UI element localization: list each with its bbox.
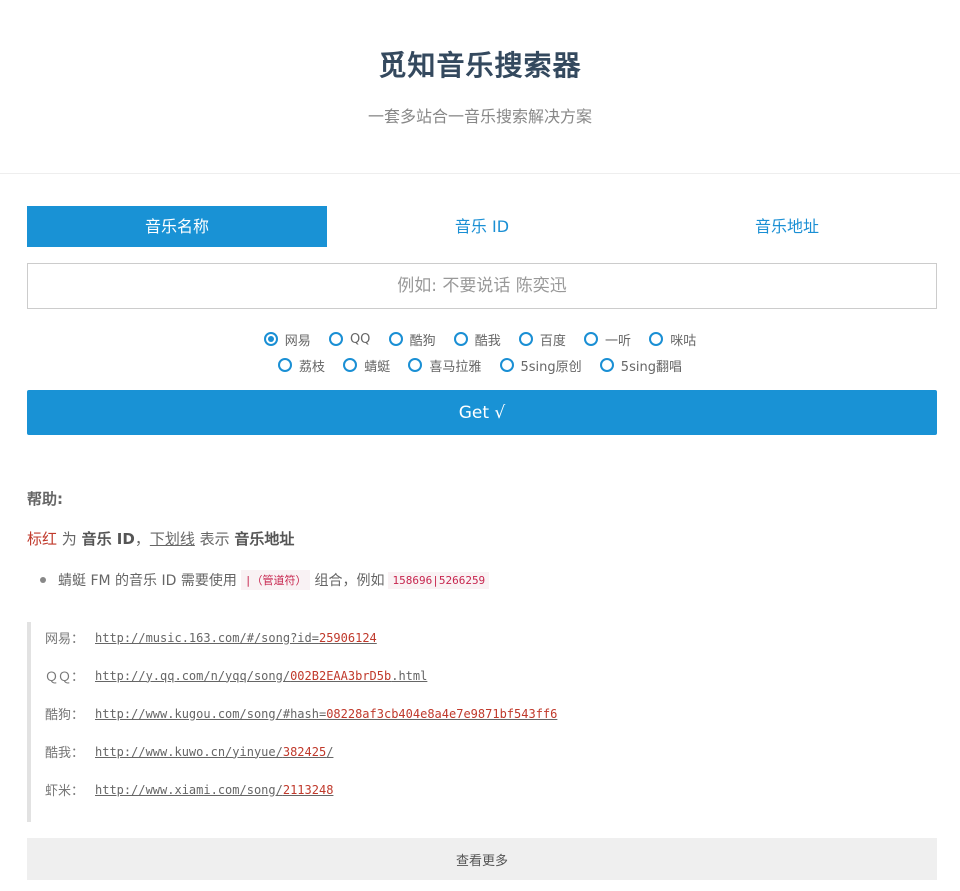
- legend-red-label: 标红: [27, 530, 58, 548]
- get-button[interactable]: Get √: [27, 390, 937, 435]
- example-row: 虾米： http://www.xiami.com/song/2113248: [45, 780, 333, 800]
- example-label: 酷我：: [45, 746, 85, 761]
- source-option-migu[interactable]: 咪咕: [649, 328, 696, 350]
- tab-music-url[interactable]: 音乐地址: [637, 206, 937, 247]
- radio-icon: [599, 358, 614, 372]
- source-option-lizhi[interactable]: 荔枝: [278, 354, 325, 376]
- help-bullet: 蜻蜓 FM 的音乐 ID 需要使用 |（管道符） 组合，例如 158696|52…: [40, 570, 493, 590]
- source-option-1ting[interactable]: 一听: [584, 328, 631, 350]
- example-link[interactable]: http://www.kugou.com/song/#hash=08228af3…: [95, 707, 557, 721]
- radio-icon: [328, 332, 343, 346]
- legend-underline-label: 下划线: [149, 530, 195, 548]
- legend-music-id: 音乐 ID: [81, 530, 135, 548]
- example-link[interactable]: http://music.163.com/#/song?id=25906124: [95, 631, 377, 645]
- tab-music-name[interactable]: 音乐名称: [27, 206, 327, 247]
- source-option-qingting[interactable]: 蜻蜓: [343, 354, 390, 376]
- source-option-kugou[interactable]: 酷狗: [388, 328, 436, 350]
- show-more-button[interactable]: 查看更多: [27, 838, 937, 880]
- help-title: 帮助:: [27, 490, 63, 508]
- search-mode-tabs: 音乐名称 音乐 ID 音乐地址: [27, 206, 937, 247]
- pipe-code: |（管道符）: [240, 570, 311, 590]
- radio-icon: [499, 358, 514, 372]
- example-link[interactable]: http://www.xiami.com/song/2113248: [95, 783, 333, 797]
- source-option-5sing-cover[interactable]: 5sing翻唱: [599, 354, 682, 376]
- source-option-qq[interactable]: QQ: [328, 328, 370, 350]
- page-subtitle: 一套多站合一音乐搜索解决方案: [367, 107, 592, 126]
- radio-icon: [518, 332, 533, 346]
- source-option-netease[interactable]: 网易: [263, 328, 311, 350]
- radio-icon: [584, 332, 599, 346]
- example-row: 酷我： http://www.kuwo.cn/yinyue/382425/: [45, 742, 333, 762]
- source-option-5sing-original[interactable]: 5sing原创: [499, 354, 582, 376]
- example-row: 酷狗： http://www.kugou.com/song/#hash=0822…: [45, 704, 557, 724]
- radio-icon: [278, 358, 293, 372]
- tab-music-id[interactable]: 音乐 ID: [327, 206, 637, 247]
- example-link[interactable]: http://www.kuwo.cn/yinyue/382425/: [95, 745, 333, 759]
- example-label: 酷狗：: [45, 708, 85, 723]
- radio-icon: [408, 358, 423, 372]
- legend-music-url: 音乐地址: [234, 530, 295, 548]
- search-input[interactable]: [27, 263, 937, 309]
- source-option-baidu[interactable]: 百度: [518, 328, 566, 350]
- help-legend: 标红 为 音乐 ID，下划线 表示 音乐地址: [27, 530, 295, 548]
- example-label: 虾米：: [45, 784, 85, 799]
- example-link[interactable]: http://y.qq.com/n/yqq/song/002B2EAA3brD5…: [95, 669, 427, 683]
- radio-icon: [388, 332, 403, 346]
- example-urls: 网易： http://music.163.com/#/song?id=25906…: [27, 622, 937, 822]
- radio-icon: [343, 358, 358, 372]
- example-label: ＱＱ：: [45, 670, 85, 685]
- source-options-row-1: 网易 QQ 酷狗 酷我 百度 一听 咪咕: [0, 328, 960, 350]
- page-header: 觅知音乐搜索器 一套多站合一音乐搜索解决方案: [0, 0, 960, 174]
- radio-icon: [263, 332, 278, 346]
- radio-icon: [453, 332, 468, 346]
- source-options-row-2: 荔枝 蜻蜓 喜马拉雅 5sing原创 5sing翻唱: [0, 354, 960, 376]
- source-option-kuwo[interactable]: 酷我: [453, 328, 501, 350]
- radio-icon: [649, 332, 664, 346]
- example-label: 网易：: [45, 632, 85, 647]
- source-option-ximalaya[interactable]: 喜马拉雅: [408, 354, 481, 376]
- example-row: ＱＱ： http://y.qq.com/n/yqq/song/002B2EAA3…: [45, 666, 427, 686]
- example-row: 网易： http://music.163.com/#/song?id=25906…: [45, 628, 377, 648]
- example-code: 158696|5266259: [388, 571, 490, 589]
- page-title: 觅知音乐搜索器: [378, 49, 582, 82]
- bullet-icon: [40, 577, 46, 583]
